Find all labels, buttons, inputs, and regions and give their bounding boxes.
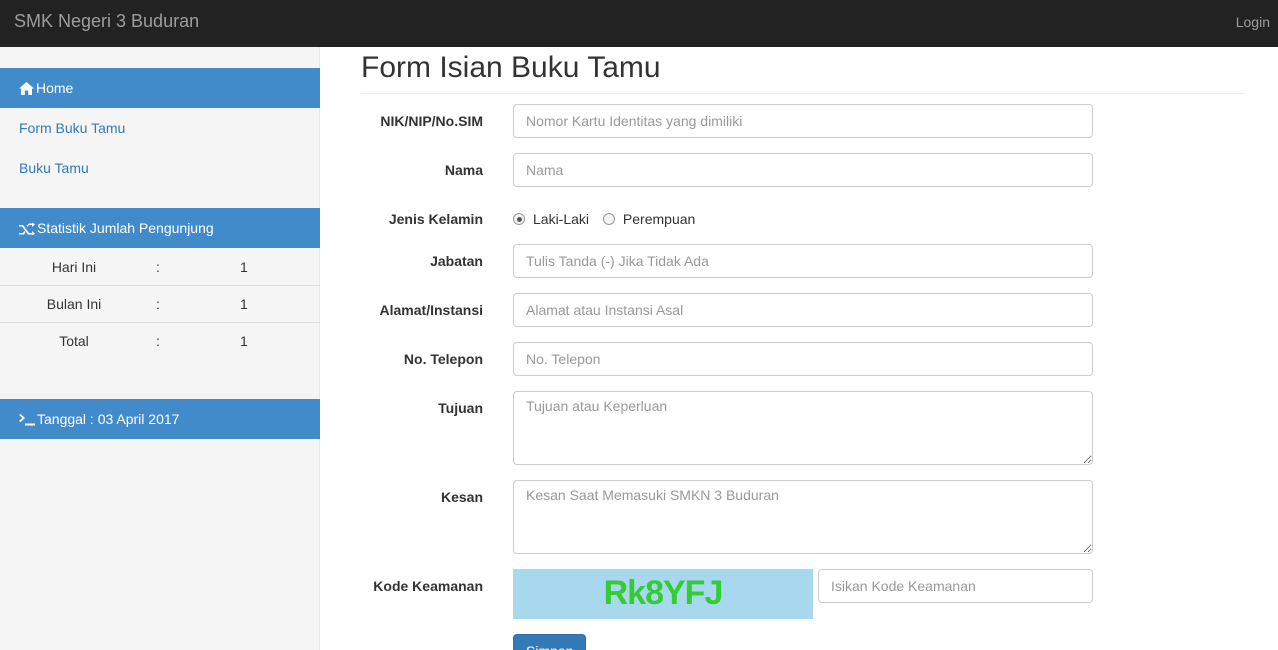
alamat-input[interactable] xyxy=(513,293,1093,327)
alamat-label: Alamat/Instansi xyxy=(379,302,483,318)
login-link[interactable]: Login xyxy=(1236,14,1270,30)
date-panel: Tanggal : 03 April 2017 xyxy=(0,399,320,439)
stat-value: 1 xyxy=(240,296,248,312)
stat-row-hari-ini: Hari Ini : 1 xyxy=(0,249,320,286)
page-title: Form Isian Buku Tamu xyxy=(361,51,661,84)
stat-row-bulan-ini: Bulan Ini : 1 xyxy=(0,286,320,323)
stats-header: Statistik Jumlah Pengunjung xyxy=(0,208,320,248)
jabatan-label: Jabatan xyxy=(430,253,483,269)
gender-label: Jenis Kelamin xyxy=(388,211,483,227)
stat-separator: : xyxy=(156,333,160,349)
captcha-image: Rk8YFJ xyxy=(513,569,813,619)
kesan-label: Kesan xyxy=(440,489,483,505)
nama-input[interactable] xyxy=(513,153,1093,187)
stat-separator: : xyxy=(156,296,160,312)
radio-dot-selected[interactable] xyxy=(513,213,525,225)
kesan-textarea[interactable] xyxy=(513,480,1093,554)
nik-input[interactable] xyxy=(513,104,1093,138)
sidebar: Home Form Buku Tamu Buku Tamu Statistik … xyxy=(0,47,320,650)
top-navbar: SMK Negeri 3 Buduran Login xyxy=(0,0,1278,47)
radio-label: Laki-Laki xyxy=(533,211,590,227)
shuffle-icon xyxy=(19,222,35,236)
gender-radio-group: Laki-Laki Perempuan xyxy=(513,211,705,228)
stat-value: 1 xyxy=(240,333,248,349)
stat-value: 1 xyxy=(240,259,248,275)
title-divider xyxy=(361,93,1245,94)
jabatan-input[interactable] xyxy=(513,244,1093,278)
telepon-input[interactable] xyxy=(513,342,1093,376)
terminal-icon xyxy=(19,414,35,426)
sidebar-item-form-buku-tamu[interactable]: Form Buku Tamu xyxy=(19,120,125,136)
stats-title: Statistik Jumlah Pengunjung xyxy=(37,220,214,236)
tujuan-textarea[interactable] xyxy=(513,391,1093,465)
sidebar-item-buku-tamu[interactable]: Buku Tamu xyxy=(19,160,89,176)
save-button[interactable]: Simpan xyxy=(513,634,586,650)
gender-radio-laki-laki[interactable]: Laki-Laki xyxy=(513,211,589,227)
radio-label: Perempuan xyxy=(622,211,696,227)
stat-row-total: Total : 1 xyxy=(0,323,320,360)
stat-separator: : xyxy=(156,259,160,275)
captcha-input[interactable] xyxy=(818,569,1093,603)
nama-label: Nama xyxy=(444,162,483,178)
tujuan-label: Tujuan xyxy=(438,400,483,416)
nik-label: NIK/NIP/No.SIM xyxy=(380,113,483,129)
kode-keamanan-label: Kode Keamanan xyxy=(373,578,483,594)
stat-label: Bulan Ini xyxy=(46,296,102,312)
telepon-label: No. Telepon xyxy=(403,351,483,367)
home-icon xyxy=(19,82,34,95)
radio-dot[interactable] xyxy=(602,213,615,225)
date-label: Tanggal : 03 April 2017 xyxy=(37,411,180,427)
gender-radio-perempuan[interactable]: Perempuan xyxy=(602,211,696,227)
stat-label: Hari Ini xyxy=(51,259,97,275)
site-brand[interactable]: SMK Negeri 3 Buduran xyxy=(14,11,199,32)
captcha-text: Rk8YFJ xyxy=(603,574,724,612)
sidebar-item-label: Home xyxy=(36,80,74,96)
stat-label: Total xyxy=(59,333,89,349)
sidebar-item-home[interactable]: Home xyxy=(0,68,320,108)
